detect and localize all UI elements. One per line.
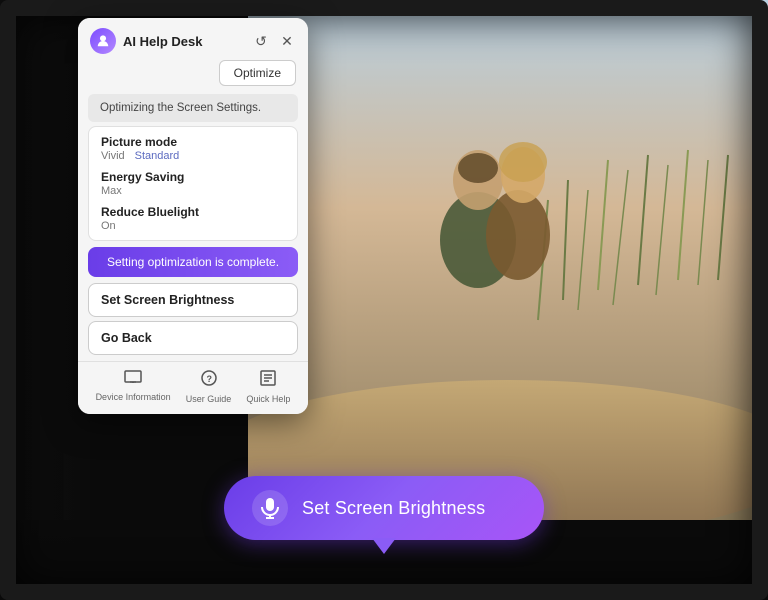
optimize-btn-row: Optimize bbox=[78, 60, 308, 94]
ai-helpdesk-panel: AI Help Desk ↺ ✕ Optimize Optimizing the… bbox=[78, 18, 308, 414]
picture-mode-values: Vivid Standard bbox=[101, 150, 285, 162]
close-icon[interactable]: ✕ bbox=[278, 32, 296, 50]
quick-help-label: Quick Help bbox=[246, 394, 290, 404]
quick-help-icon bbox=[260, 370, 276, 391]
panel-footer: Device Information ? User Guide Quick H bbox=[78, 361, 308, 414]
device-information-item[interactable]: Device Information bbox=[96, 370, 171, 404]
refresh-icon[interactable]: ↺ bbox=[252, 32, 270, 50]
reduce-bluelight-values: On bbox=[101, 220, 285, 232]
voice-tooltip-text: Set Screen Brightness bbox=[302, 498, 485, 519]
ai-logo-icon bbox=[90, 28, 116, 54]
panel-header-left: AI Help Desk bbox=[90, 28, 202, 54]
energy-saving-value: Max bbox=[101, 185, 122, 197]
background-photo bbox=[248, 0, 768, 520]
dark-left-overlay bbox=[0, 0, 90, 600]
reduce-bluelight-value: On bbox=[101, 220, 116, 232]
picture-mode-standard: Standard bbox=[135, 150, 180, 162]
panel-header-controls: ↺ ✕ bbox=[252, 32, 296, 50]
voice-tooltip: Set Screen Brightness bbox=[224, 476, 544, 540]
go-back-button[interactable]: Go Back bbox=[88, 321, 298, 355]
completion-banner: Setting optimization is complete. bbox=[88, 247, 298, 277]
user-guide-label: User Guide bbox=[186, 394, 232, 404]
picture-mode-row: Picture mode Vivid Standard bbox=[101, 135, 285, 162]
device-icon bbox=[124, 370, 142, 389]
energy-saving-row: Energy Saving Max bbox=[101, 170, 285, 197]
panel-header: AI Help Desk ↺ ✕ bbox=[78, 18, 308, 60]
user-guide-item[interactable]: ? User Guide bbox=[186, 370, 232, 404]
picture-mode-label: Picture mode bbox=[101, 135, 285, 149]
quick-help-item[interactable]: Quick Help bbox=[246, 370, 290, 404]
optimize-button[interactable]: Optimize bbox=[219, 60, 296, 86]
energy-saving-label: Energy Saving bbox=[101, 170, 285, 184]
panel-title: AI Help Desk bbox=[123, 34, 202, 49]
reduce-bluelight-label: Reduce Bluelight bbox=[101, 205, 285, 219]
settings-box: Picture mode Vivid Standard Energy Savin… bbox=[88, 126, 298, 241]
device-information-label: Device Information bbox=[96, 392, 171, 402]
set-brightness-button[interactable]: Set Screen Brightness bbox=[88, 283, 298, 317]
picture-mode-vivid: Vivid bbox=[101, 150, 125, 162]
microphone-icon bbox=[252, 490, 288, 526]
svg-text:?: ? bbox=[206, 374, 212, 384]
couple-illustration bbox=[248, 0, 768, 520]
energy-saving-values: Max bbox=[101, 185, 285, 197]
user-guide-icon: ? bbox=[201, 370, 217, 391]
optimizing-status: Optimizing the Screen Settings. bbox=[88, 94, 298, 122]
reduce-bluelight-row: Reduce Bluelight On bbox=[101, 205, 285, 232]
